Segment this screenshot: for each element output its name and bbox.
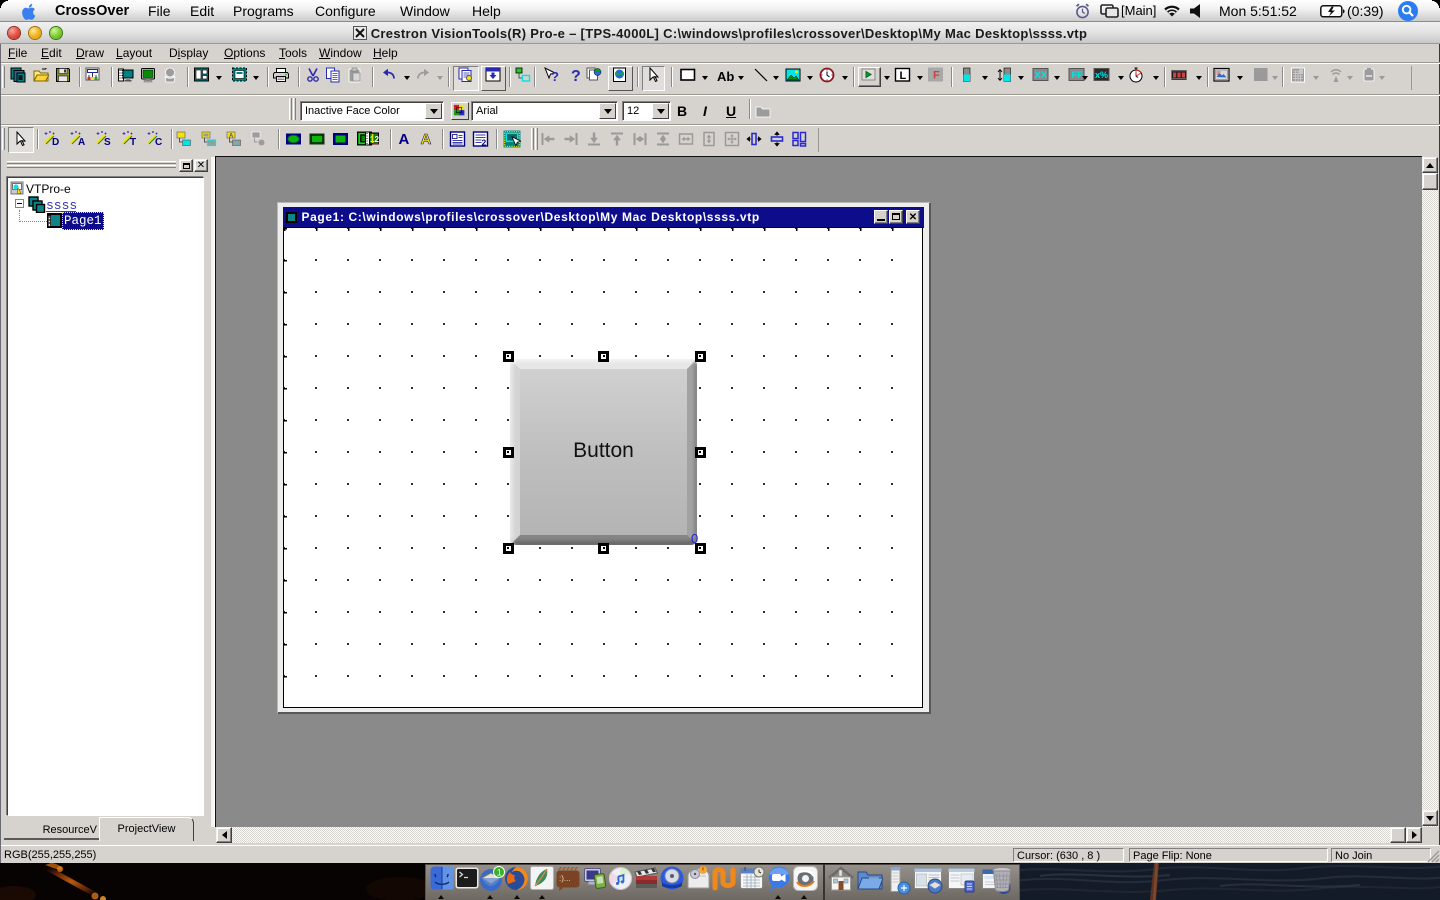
svg-text:F: F [933,70,940,82]
svg-text:?: ? [551,69,559,83]
svg-text:D: D [52,137,59,146]
svg-text:T: T [130,137,136,146]
svg-text:?: ? [571,68,581,83]
svg-text:A: A [421,131,432,146]
svg-text:C: C [155,137,162,146]
svg-text:12: 12 [370,135,379,144]
svg-text:A: A [78,137,85,146]
svg-text:XX: XX [1035,70,1048,81]
svg-text:L: L [900,70,907,82]
svg-text:2: 2 [482,138,487,148]
svg-text::)...: :)... [559,874,571,883]
svg-text:S: S [104,137,111,146]
svg-text:x%: x% [1095,70,1108,80]
svg-text:A: A [235,142,240,148]
svg-text:1: 1 [497,867,502,877]
svg-text:A: A [399,131,410,146]
